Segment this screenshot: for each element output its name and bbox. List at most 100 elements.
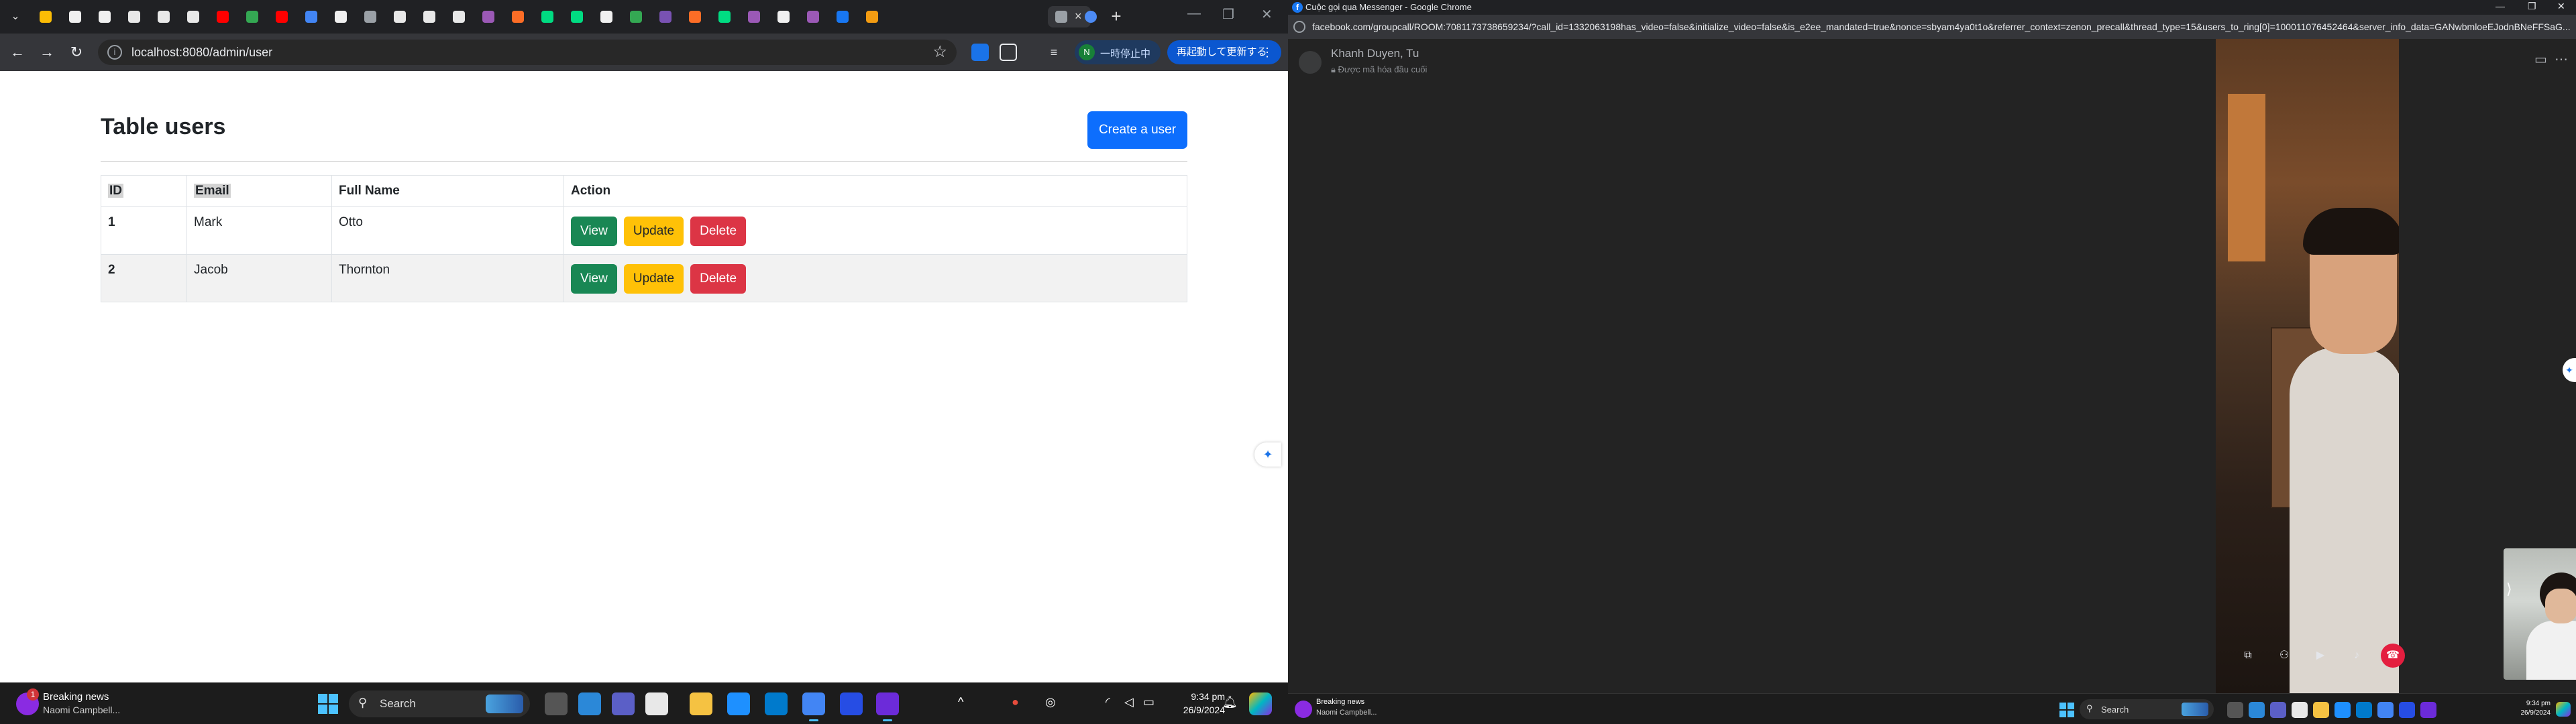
taskbar-search[interactable]: ⚲ Search — [349, 690, 530, 717]
address-bar[interactable]: i localhost:8080/admin/user ☆ — [98, 40, 957, 65]
browser-tab[interactable] — [239, 6, 266, 27]
chrome-icon[interactable] — [2377, 702, 2394, 718]
tab-search-chevron-icon[interactable]: ⌄ — [7, 8, 24, 25]
edge-icon[interactable] — [2249, 702, 2265, 718]
browser-tab[interactable] — [121, 6, 148, 27]
browser-tab[interactable] — [327, 6, 354, 27]
browser-tab[interactable] — [62, 6, 89, 27]
copilot-icon[interactable] — [1249, 692, 1272, 715]
self-video[interactable]: ⟩ — [2504, 548, 2576, 680]
news-subtitle[interactable]: Naomi Campbell... — [1316, 709, 1377, 717]
new-tab-button[interactable]: + — [1107, 7, 1126, 26]
vscode-icon[interactable] — [2356, 702, 2372, 718]
browser-tab[interactable] — [32, 6, 59, 27]
system-clock[interactable]: 9:34 pm 26/9/2024 — [2513, 699, 2551, 718]
messenger-icon[interactable] — [2334, 702, 2351, 718]
extension-icon[interactable] — [971, 44, 989, 61]
news-title[interactable]: Breaking news — [1316, 698, 1364, 706]
browser-tab[interactable] — [534, 6, 561, 27]
expand-arrow-icon[interactable]: ⟩ — [2506, 581, 2512, 598]
browser-tab[interactable] — [711, 6, 738, 27]
network-app-icon[interactable] — [840, 692, 863, 715]
task-view-icon[interactable] — [545, 692, 568, 715]
update-button[interactable]: Update — [623, 217, 684, 246]
browser-tab[interactable] — [150, 6, 177, 27]
view-button[interactable]: View — [571, 264, 617, 294]
browser-tab[interactable] — [504, 6, 531, 27]
browser-tab[interactable] — [386, 6, 413, 27]
close-window-icon[interactable]: ✕ — [1261, 6, 1273, 23]
site-info-icon[interactable] — [1293, 21, 1305, 33]
news-title[interactable]: Breaking news — [43, 691, 109, 703]
browser-tab[interactable] — [475, 6, 502, 27]
browser-tab[interactable] — [416, 6, 443, 27]
close-window-icon[interactable]: ✕ — [2557, 1, 2565, 12]
delete-button[interactable]: Delete — [690, 217, 747, 246]
copilot-icon[interactable] — [2556, 702, 2571, 717]
calendar-icon[interactable] — [2292, 702, 2308, 718]
camera-icon[interactable]: ▶ — [2308, 644, 2332, 668]
share-screen-icon[interactable]: ⧉ — [2236, 644, 2260, 668]
browser-tab[interactable] — [91, 6, 118, 27]
compass-icon[interactable]: ◎ — [1045, 695, 1056, 709]
battery-icon[interactable]: ▭ — [1143, 695, 1155, 709]
url-text[interactable]: localhost:8080/admin/user — [131, 46, 272, 60]
calendar-icon[interactable] — [645, 692, 668, 715]
minimize-icon[interactable]: — — [1187, 6, 1201, 21]
more-menu-icon[interactable]: ⋮ — [1261, 40, 1273, 64]
reload-icon[interactable]: ↻ — [67, 43, 86, 62]
vscode-icon[interactable] — [765, 692, 788, 715]
video-settings-icon[interactable]: ▭ — [2534, 51, 2547, 68]
browser-tab[interactable] — [564, 6, 590, 27]
minimize-icon[interactable]: — — [2496, 1, 2505, 11]
file-explorer-icon[interactable] — [690, 692, 712, 715]
tab[interactable] — [1077, 6, 1104, 27]
tray-chevron-icon[interactable]: ^ — [958, 695, 963, 709]
floating-assistant-icon[interactable]: ✦ — [1254, 442, 1281, 467]
jetbrains-icon[interactable] — [876, 692, 899, 721]
system-clock[interactable]: 9:34 pm 26/9/2024 — [1169, 690, 1225, 717]
extensions-puzzle-icon[interactable] — [1000, 44, 1017, 61]
update-button[interactable]: 再起動して更新する ⋮ — [1167, 40, 1281, 64]
browser-tab[interactable] — [652, 6, 679, 27]
view-button[interactable]: View — [571, 217, 617, 246]
network-app-icon[interactable] — [2399, 702, 2415, 718]
browser-tab[interactable] — [829, 6, 856, 27]
browser-tab[interactable] — [180, 6, 207, 27]
browser-tab[interactable] — [682, 6, 708, 27]
browser-tab[interactable] — [593, 6, 620, 27]
site-info-icon[interactable]: i — [107, 45, 122, 60]
chrome-icon[interactable] — [802, 692, 825, 721]
browser-tab[interactable] — [770, 6, 797, 27]
browser-tab[interactable] — [298, 6, 325, 27]
browser-tab[interactable] — [268, 6, 295, 27]
task-view-icon[interactable] — [2227, 702, 2243, 718]
jetbrains-icon[interactable] — [2420, 702, 2436, 718]
news-subtitle[interactable]: Naomi Campbell... — [43, 705, 120, 715]
more-options-icon[interactable]: ⋯ — [2555, 51, 2568, 68]
maximize-icon[interactable]: ❐ — [1222, 6, 1234, 23]
browser-tab[interactable] — [623, 6, 649, 27]
teams-icon[interactable] — [612, 692, 635, 715]
forward-icon[interactable]: → — [38, 43, 56, 62]
teams-icon[interactable] — [2270, 702, 2286, 718]
file-explorer-icon[interactable] — [2313, 702, 2329, 718]
profile-button[interactable]: N 一時停止中 — [1075, 40, 1161, 64]
wifi-icon[interactable]: ◜ — [1106, 695, 1110, 709]
browser-tab[interactable] — [357, 6, 384, 27]
browser-tab[interactable] — [859, 6, 885, 27]
maximize-icon[interactable]: ❐ — [2528, 1, 2536, 12]
news-widget-icon[interactable] — [1295, 701, 1312, 718]
notifications-bell-icon[interactable]: 🔔︎ — [1222, 695, 1238, 709]
add-people-icon[interactable]: ⚇ — [2272, 644, 2296, 668]
microphone-icon[interactable]: ● — [1012, 695, 1019, 709]
browser-tab[interactable] — [741, 6, 767, 27]
create-user-button[interactable]: Create a user — [1087, 111, 1187, 149]
update-button[interactable]: Update — [623, 264, 684, 294]
windows-start-icon[interactable] — [2059, 703, 2074, 717]
edge-icon[interactable] — [578, 692, 601, 715]
windows-start-icon[interactable] — [318, 694, 338, 714]
volume-icon[interactable]: ◁ — [1124, 695, 1134, 709]
microphone-icon[interactable]: ♪ — [2345, 644, 2369, 668]
back-icon[interactable]: ← — [8, 43, 27, 62]
